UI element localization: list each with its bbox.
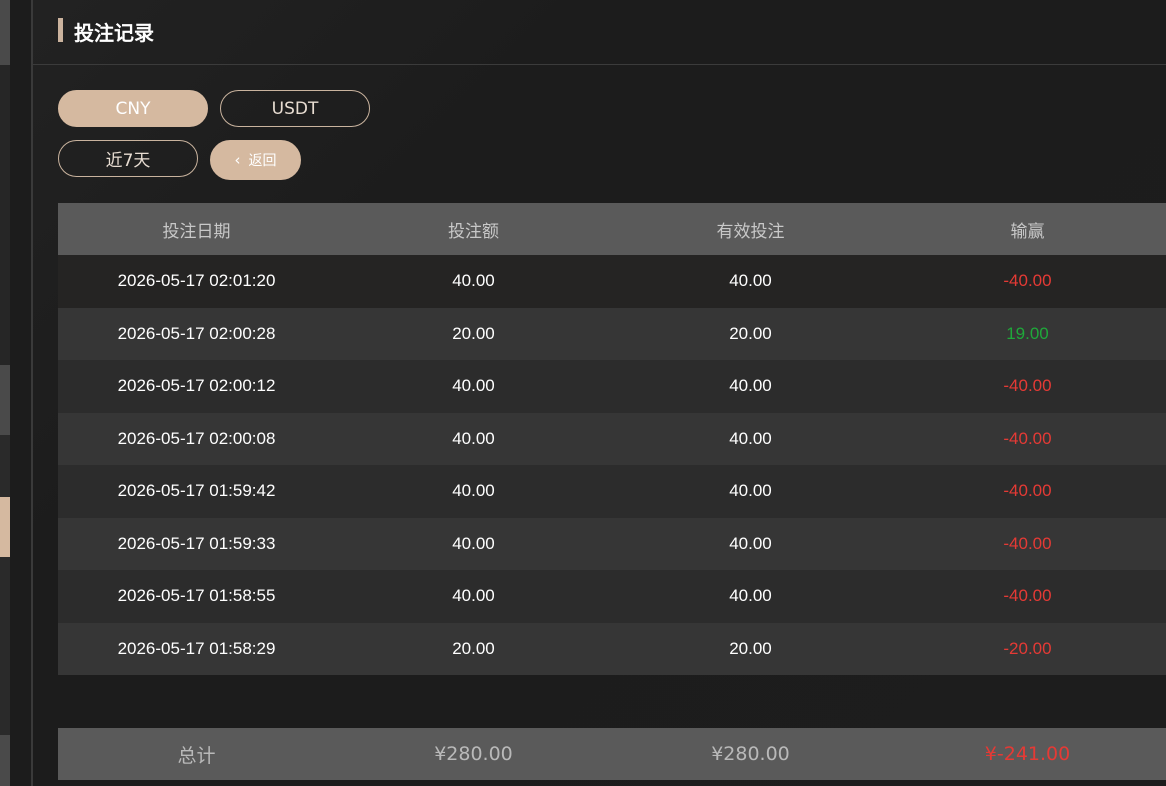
page-header: 投注记录 [33,0,1166,65]
cell-win-loss: 19.00 [1006,323,1049,343]
cell-bet: 40.00 [452,428,495,448]
back-button[interactable]: ‹ 返回 [210,140,301,180]
cell-bet: 20.00 [452,638,495,658]
table-row: 2026-05-17 01:59:42 40.00 40.00 -40.00 [58,465,1166,518]
cell-valid-bet: 20.00 [729,323,772,343]
table-row: 2026-05-17 01:58:55 40.00 40.00 -40.00 [58,570,1166,623]
column-header-valid-bet: 有效投注 [716,221,785,242]
total-win-loss: ¥-241.00 [984,743,1071,765]
table-row: 2026-05-17 02:00:08 40.00 40.00 -40.00 [58,412,1166,465]
cell-win-loss: -40.00 [1003,376,1052,396]
cell-win-loss: -20.00 [1003,638,1052,658]
cell-date: 2026-05-17 02:01:20 [117,271,276,291]
cell-valid-bet: 40.00 [729,586,772,606]
cell-win-loss: -40.00 [1003,586,1052,606]
total-bet: ¥280.00 [434,743,513,765]
cell-date: 2026-05-17 01:59:33 [117,533,276,553]
total-label: 总计 [177,744,216,767]
cell-date: 2026-05-17 01:58:29 [117,638,276,658]
cell-valid-bet: 40.00 [729,533,772,553]
cell-date: 2026-05-17 01:59:42 [117,481,276,501]
table-header-row: 投注日期 投注额 有效投注 输赢 [58,203,1166,255]
cell-bet: 40.00 [452,481,495,501]
column-header-win-loss: 输赢 [1010,221,1045,242]
cell-date: 2026-05-17 01:58:55 [117,586,276,606]
cell-valid-bet: 40.00 [729,376,772,396]
cell-date: 2026-05-17 02:00:28 [117,323,276,343]
table-row: 2026-05-17 01:58:29 20.00 20.00 -20.00 [58,622,1166,675]
total-row: 总计 ¥280.00 ¥280.00 ¥-241.00 [58,728,1166,780]
cell-bet: 40.00 [452,376,495,396]
column-header-date: 投注日期 [162,221,231,242]
table-row: 2026-05-17 02:01:20 40.00 40.00 -40.00 [58,255,1166,308]
table-row: 2026-05-17 02:00:28 20.00 20.00 19.00 [58,307,1166,360]
main-panel: 投注记录 CNY USDT 近7天 ‹ 返回 投注日期 投注额 有效投注 输赢 … [33,0,1166,786]
cell-date: 2026-05-17 02:00:12 [117,376,276,396]
cell-bet: 40.00 [452,533,495,553]
cell-valid-bet: 20.00 [729,638,772,658]
side-strip [0,0,10,786]
table-row: 2026-05-17 02:00:12 40.00 40.00 -40.00 [58,360,1166,413]
currency-tab-usdt[interactable]: USDT [220,90,370,127]
cell-date: 2026-05-17 02:00:08 [117,428,276,448]
cell-win-loss: -40.00 [1003,271,1052,291]
page-title: 投注记录 [74,21,154,45]
cell-win-loss: -40.00 [1003,481,1052,501]
chevron-left-icon: ‹ [234,151,241,169]
cell-bet: 40.00 [452,586,495,606]
cell-bet: 20.00 [452,323,495,343]
title-accent-bar [58,18,63,42]
cell-bet: 40.00 [452,271,495,291]
currency-tab-cny[interactable]: CNY [58,90,208,127]
date-range-button[interactable]: 近7天 [58,140,198,177]
cell-valid-bet: 40.00 [729,428,772,448]
cell-win-loss: -40.00 [1003,533,1052,553]
cell-valid-bet: 40.00 [729,271,772,291]
back-button-label: 返回 [248,153,277,169]
total-valid-bet: ¥280.00 [711,743,790,765]
column-header-bet: 投注额 [448,221,499,242]
table-row: 2026-05-17 01:59:33 40.00 40.00 -40.00 [58,517,1166,570]
bet-records-table: 投注日期 投注额 有效投注 输赢 2026-05-17 02:01:20 40.0… [58,203,1166,675]
cell-valid-bet: 40.00 [729,481,772,501]
cell-win-loss: -40.00 [1003,428,1052,448]
